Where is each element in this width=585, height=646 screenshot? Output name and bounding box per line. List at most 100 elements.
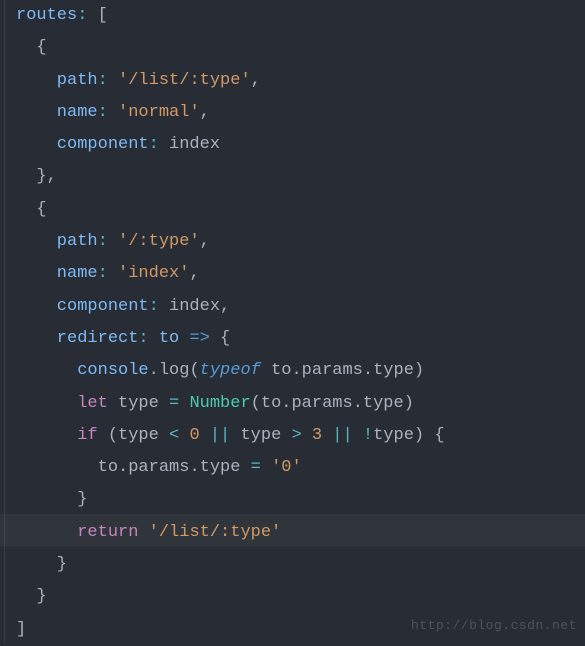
code-token: (type <box>98 426 169 445</box>
code-token: } <box>16 587 47 606</box>
code-token: } <box>16 555 67 574</box>
code-token: = <box>169 394 179 413</box>
code-token: path <box>16 71 98 90</box>
code-token <box>353 426 363 445</box>
code-token: . <box>149 361 159 380</box>
code-token: params <box>128 458 189 477</box>
code-token: to <box>261 361 292 380</box>
code-token: ) <box>404 394 414 413</box>
code-token: type <box>200 458 251 477</box>
code-token: '/list/:type' <box>118 71 251 90</box>
code-token: name <box>16 103 98 122</box>
code-token: ( <box>189 361 199 380</box>
code-token: . <box>291 361 301 380</box>
code-token: ! <box>363 426 373 445</box>
code-token <box>149 329 159 348</box>
code-token: index <box>169 135 220 154</box>
code-token: . <box>118 458 128 477</box>
code-token <box>261 458 271 477</box>
code-token <box>138 523 148 542</box>
code-token: ] <box>16 620 26 639</box>
code-token: Number <box>189 394 250 413</box>
code-token: : <box>149 297 159 316</box>
code-token: ) <box>414 361 424 380</box>
code-token: : <box>98 232 108 251</box>
code-token: < <box>169 426 179 445</box>
code-token: to <box>16 458 118 477</box>
code-token: type <box>108 394 169 413</box>
code-token: component <box>16 297 149 316</box>
code-token: || <box>332 426 352 445</box>
code-token: , <box>251 71 261 90</box>
code-token <box>108 264 118 283</box>
code-token: params <box>291 394 352 413</box>
code-token <box>179 329 189 348</box>
code-token <box>108 103 118 122</box>
code-token: : <box>138 329 148 348</box>
code-token: component <box>16 135 149 154</box>
code-token: '0' <box>271 458 302 477</box>
code-token <box>16 523 77 542</box>
code-token: type <box>363 394 404 413</box>
code-token: = <box>251 458 261 477</box>
code-token: || <box>210 426 230 445</box>
code-token: : <box>98 103 108 122</box>
code-editor-content: routes: [ { path: '/list/:type', name: '… <box>0 0 585 646</box>
code-token: { <box>16 38 47 57</box>
code-token: : <box>98 71 108 90</box>
code-token: : <box>77 6 87 25</box>
code-token: , <box>220 297 230 316</box>
code-token: redirect <box>16 329 138 348</box>
code-token: [ <box>87 6 107 25</box>
code-token: , <box>200 103 210 122</box>
code-token: type) { <box>373 426 444 445</box>
code-token: routes <box>16 6 77 25</box>
code-token: : <box>149 135 159 154</box>
code-token <box>16 394 77 413</box>
code-token <box>179 426 189 445</box>
code-token: params <box>302 361 363 380</box>
code-token <box>200 426 210 445</box>
code-token: name <box>16 264 98 283</box>
code-token: { <box>210 329 230 348</box>
watermark-text: http://blog.csdn.net <box>411 614 577 639</box>
code-token: log <box>159 361 190 380</box>
code-token: console <box>16 361 149 380</box>
code-token: (to <box>251 394 282 413</box>
code-token: > <box>291 426 301 445</box>
code-token: , <box>189 264 199 283</box>
code-token: '/list/:type' <box>149 523 282 542</box>
code-token: . <box>189 458 199 477</box>
code-token: . <box>281 394 291 413</box>
code-token <box>16 426 77 445</box>
code-token: typeof <box>200 361 261 380</box>
code-token <box>108 232 118 251</box>
code-token: if <box>77 426 97 445</box>
code-token: . <box>353 394 363 413</box>
code-token: 'normal' <box>118 103 200 122</box>
code-token: 0 <box>189 426 199 445</box>
code-token: path <box>16 232 98 251</box>
code-token: '/:type' <box>118 232 200 251</box>
code-token <box>322 426 332 445</box>
code-token: index <box>169 297 220 316</box>
code-token: 'index' <box>118 264 189 283</box>
code-token: : <box>98 264 108 283</box>
code-token <box>159 297 169 316</box>
code-token: } <box>16 490 87 509</box>
code-token: let <box>77 394 108 413</box>
code-token <box>179 394 189 413</box>
code-token: { <box>16 200 47 219</box>
code-token: , <box>200 232 210 251</box>
code-token: => <box>189 329 209 348</box>
code-token <box>159 135 169 154</box>
code-token <box>108 71 118 90</box>
code-token: }, <box>16 167 57 186</box>
code-token: return <box>77 523 138 542</box>
code-token <box>302 426 312 445</box>
code-token: type <box>373 361 414 380</box>
code-token: 3 <box>312 426 322 445</box>
code-token: type <box>230 426 291 445</box>
code-token: . <box>363 361 373 380</box>
code-token: to <box>159 329 179 348</box>
